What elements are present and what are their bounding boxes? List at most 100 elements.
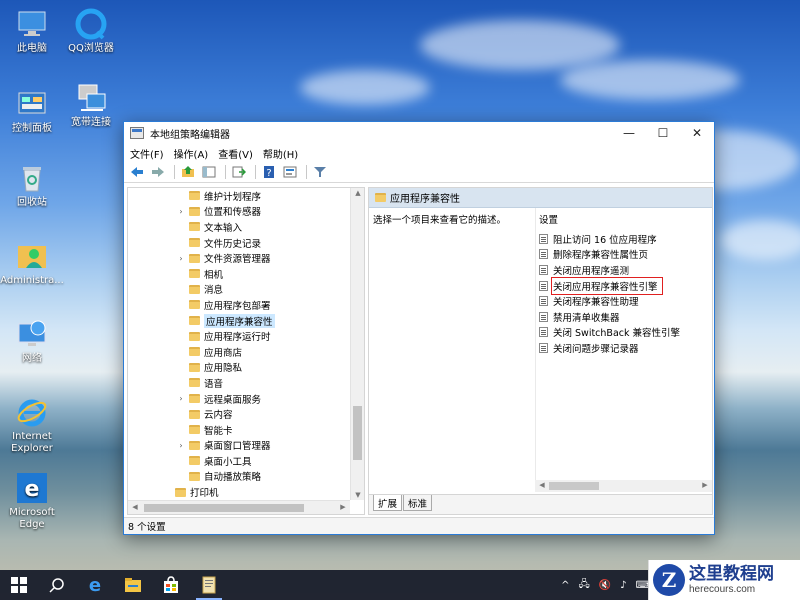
policy-setting-icon [539,296,548,307]
desktop-icon-label: 此电脑 [17,43,47,54]
up-folder-icon[interactable] [179,164,197,180]
desktop-icon-edge[interactable]: e Microsoft Edge [0,472,64,531]
tree-item[interactable]: 应用程序兼容性 [128,313,350,329]
tree-item[interactable]: 应用程序运行时 [128,328,350,344]
gpedit-icon[interactable] [190,570,228,600]
scroll-left-arrow-icon[interactable]: ◀ [535,481,549,489]
tab-standard[interactable]: 标准 [403,495,433,511]
tree-item[interactable]: › 文件资源管理器 [128,250,350,266]
policy-setting-row[interactable]: 关闭程序兼容性助理 [539,293,712,309]
desktop-icon-recycle-bin[interactable]: 回收站 [0,162,64,209]
group-policy-editor-window[interactable]: 本地组策略编辑器 — ☐ ✕ 文件(F) 操作(A) 查看(V) 帮助(H) ?… [123,121,715,535]
scroll-thumb[interactable] [353,406,362,460]
scroll-thumb[interactable] [144,504,304,512]
tree-item[interactable]: 应用程序包部署 [128,297,350,313]
tree-item[interactable]: 维护计划程序 [128,188,350,204]
scroll-down-arrow-icon[interactable]: ▼ [351,491,364,499]
settings-column-header[interactable]: 设置 [539,212,712,226]
pen-icon[interactable]: ♪ [620,580,626,591]
recycle-bin-icon [16,162,48,194]
tree-item[interactable]: 应用商店 [128,344,350,360]
minimize-button[interactable]: — [612,122,646,144]
policy-setting-row[interactable]: 关闭问题步骤记录器 [539,340,712,356]
volume-muted-icon[interactable]: 🔇 [599,580,611,591]
tree-item[interactable]: › 远程桌面服务 [128,391,350,407]
folder-icon [189,316,200,326]
forward-icon[interactable] [149,164,167,180]
desktop-icon-administrator[interactable]: Administra... [0,240,64,287]
scroll-right-arrow-icon[interactable]: ▶ [698,481,712,489]
policy-setting-label: 关闭应用程序遥测 [553,265,630,277]
broadband-icon [75,82,107,114]
desktop-icon-internet-explorer[interactable]: Internet Explorer [0,396,64,455]
policy-setting-row[interactable]: 关闭应用程序遥测 [539,262,712,278]
tree-item[interactable]: 应用隐私 [128,360,350,376]
expand-chevron-icon[interactable]: › [176,207,186,216]
policy-setting-row[interactable]: 阻止访问 16 位应用程序 [539,231,712,247]
scroll-up-arrow-icon[interactable]: ▲ [351,189,364,197]
folder-icon [189,394,200,404]
menu-help[interactable]: 帮助(H) [263,146,298,161]
help-icon[interactable]: ? [260,164,278,180]
edge-icon[interactable]: e [76,570,114,600]
tree-item[interactable]: 相机 [128,266,350,282]
policy-tree-pane[interactable]: 维护计划程序 › 位置和传感器 文本输入 文件历史记录 › 文件资源管理器 相机 消息 应用程序包… [127,187,365,515]
desktop-icon-qq-browser[interactable]: QQ浏览器 [59,8,123,55]
desktop-icon-control-panel[interactable]: 控制面板 [0,88,64,135]
file-explorer-icon[interactable] [114,570,152,600]
filter-icon[interactable] [311,164,329,180]
properties-icon[interactable] [281,164,299,180]
tab-extended[interactable]: 扩展 [373,495,403,511]
store-icon[interactable] [152,570,190,600]
tree-item[interactable]: 桌面小工具 [128,453,350,469]
tree-item-label: 维护计划程序 [204,191,262,203]
tree-item[interactable]: › 桌面窗口管理器 [128,438,350,454]
desktop-icon-broadband[interactable]: 宽带连接 [59,82,123,129]
scroll-right-arrow-icon[interactable]: ▶ [336,503,350,511]
menu-action[interactable]: 操作(A) [174,146,209,161]
expand-chevron-icon[interactable]: › [176,394,186,403]
policy-setting-row[interactable]: 禁用清单收集器 [539,309,712,325]
export-icon[interactable] [230,164,248,180]
desktop-icon-label: 宽带连接 [71,117,111,128]
policy-setting-row[interactable]: 关闭 SwitchBack 兼容性引擎 [539,325,712,341]
tree-item[interactable]: › 位置和传感器 [128,204,350,220]
window-title: 本地组策略编辑器 [150,129,230,141]
back-icon[interactable] [128,164,146,180]
tree-item[interactable]: 打印机 [128,484,350,500]
details-horizontal-scrollbar[interactable]: ◀ ▶ [535,480,712,492]
tree-item-label: 位置和传感器 [204,207,262,219]
desktop-icon-network[interactable]: 网络 [0,318,64,365]
menu-file[interactable]: 文件(F) [130,146,164,161]
tree-item[interactable]: 云内容 [128,406,350,422]
expand-chevron-icon[interactable]: › [176,441,186,450]
tree-item[interactable]: 文件历史记录 [128,235,350,251]
folder-icon [189,269,200,279]
title-bar[interactable]: 本地组策略编辑器 — ☐ ✕ [124,122,714,144]
scroll-left-arrow-icon[interactable]: ◀ [128,503,142,511]
expand-chevron-icon[interactable]: › [176,254,186,263]
qq-browser-icon [75,8,107,40]
tree-item[interactable]: 自动播放策略 [128,469,350,485]
show-tree-icon[interactable] [200,164,218,180]
scroll-thumb[interactable] [549,482,599,490]
search-icon[interactable] [38,570,76,600]
close-button[interactable]: ✕ [680,122,714,144]
tree-item[interactable]: 语音 [128,375,350,391]
tree-item[interactable]: 消息 [128,282,350,298]
desktop-icon-computer[interactable]: 此电脑 [0,8,64,55]
network-icon[interactable]: 🖧 [579,577,590,594]
tree-item[interactable]: 智能卡 [128,422,350,438]
maximize-button[interactable]: ☐ [646,122,680,144]
tree-item[interactable]: 文本输入 [128,219,350,235]
tree-item-label: 桌面小工具 [204,456,252,468]
show-hidden-icons-icon[interactable]: ^ [561,580,569,591]
folder-icon [189,347,200,357]
tree-vertical-scrollbar[interactable]: ▲ ▼ [350,188,364,500]
tree-horizontal-scrollbar[interactable]: ◀ ▶ [128,500,350,514]
windows-start-icon[interactable] [0,570,38,600]
policy-setting-row[interactable]: 删除程序兼容性属性页 [539,247,712,263]
policy-setting-row[interactable]: 关闭应用程序兼容性引擎 [539,276,712,295]
menu-view[interactable]: 查看(V) [218,146,253,161]
policy-setting-label: 关闭程序兼容性助理 [553,297,639,309]
